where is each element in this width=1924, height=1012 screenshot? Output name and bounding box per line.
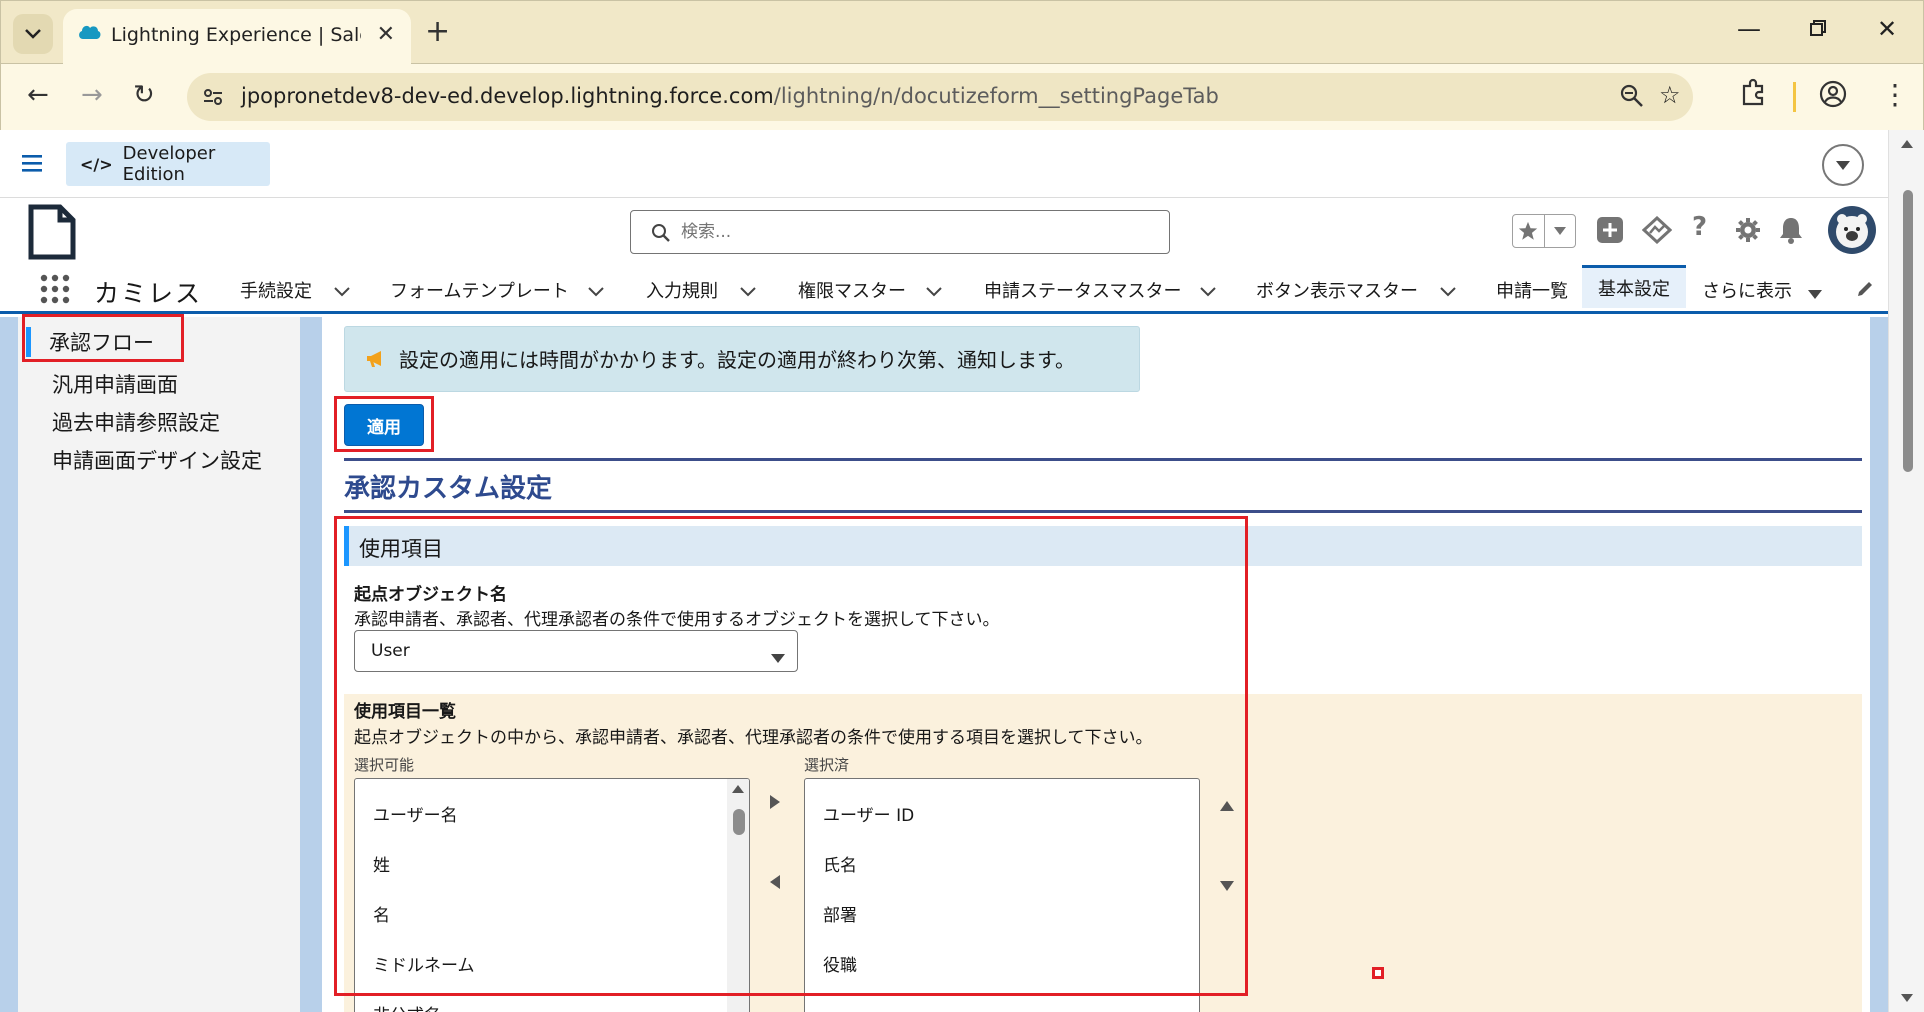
document-logo-icon[interactable] xyxy=(28,204,76,264)
hamburger-menu-icon[interactable] xyxy=(22,154,44,176)
app-launcher-icon[interactable] xyxy=(40,274,70,308)
section-divider-bottom xyxy=(344,510,1862,513)
sf-global-header: ? xyxy=(0,198,1888,268)
caret-down-icon[interactable] xyxy=(1808,284,1822,303)
search-input[interactable] xyxy=(681,215,1151,249)
section-divider-top xyxy=(344,458,1862,461)
chevron-down-icon[interactable] xyxy=(1440,282,1456,301)
extensions-icon[interactable] xyxy=(1741,78,1767,113)
reload-icon[interactable]: ↻ xyxy=(133,80,155,110)
nav-tab-input-rules[interactable]: 入力規則 xyxy=(646,268,718,311)
restore-window-icon[interactable] xyxy=(1809,15,1827,43)
megaphone-icon xyxy=(365,349,387,373)
scroll-up-icon[interactable] xyxy=(1901,140,1913,148)
scroll-down-icon[interactable] xyxy=(1901,994,1913,1002)
highlight-box-side-menu xyxy=(22,314,184,362)
settings-side-menu: 承認フロー 汎用申請画面 過去申請参照設定 申請画面デザイン設定 xyxy=(18,317,300,1012)
bookmark-star-icon[interactable]: ☆ xyxy=(1659,81,1681,109)
zoom-icon[interactable] xyxy=(1619,83,1645,113)
close-tab-icon[interactable]: ✕ xyxy=(377,22,395,47)
developer-edition-label: Developer Edition xyxy=(122,143,216,185)
chevron-down-icon[interactable] xyxy=(926,282,942,301)
highlight-box-apply xyxy=(334,396,434,452)
nav-tab-more[interactable]: さらに表示 xyxy=(1702,268,1792,311)
site-info-icon[interactable] xyxy=(201,85,225,113)
url-text: jpopronetdev8-dev-ed.develop.lightning.f… xyxy=(241,84,1219,108)
favorites-list-button[interactable] xyxy=(1545,215,1576,247)
side-menu-general-application[interactable]: 汎用申請画面 xyxy=(52,369,178,399)
page-scroll-thumb[interactable] xyxy=(1903,190,1913,472)
global-actions-add-icon[interactable] xyxy=(1596,216,1624,248)
browser-address-bar: ← → ↻ jpopronetdev8-dev-ed.develop.light… xyxy=(0,64,1924,130)
list-item[interactable]: 非公式名 xyxy=(373,1001,441,1012)
chevron-down-icon[interactable] xyxy=(588,282,604,301)
nav-tab-application-list[interactable]: 申請一覧 xyxy=(1496,268,1568,311)
nav-tab-basic-settings[interactable]: 基本設定 xyxy=(1582,265,1686,308)
forward-icon[interactable]: → xyxy=(81,80,103,110)
info-notice: 設定の適用には時間がかかります。設定の適用が終わり次第、通知します。 xyxy=(344,326,1140,392)
caret-down-icon xyxy=(1836,160,1850,170)
sf-developer-bar: </> Developer Edition xyxy=(0,130,1888,198)
search-icon xyxy=(651,223,671,247)
url-host: jpopronetdev8-dev-ed.develop.lightning.f… xyxy=(241,84,774,108)
nav-tab-form-templates[interactable]: フォームテンプレート xyxy=(390,268,569,311)
side-menu-past-application-ref[interactable]: 過去申請参照設定 xyxy=(52,407,220,437)
salesforce-cloud-icon xyxy=(77,23,101,45)
url-bar[interactable]: jpopronetdev8-dev-ed.develop.lightning.f… xyxy=(187,73,1693,121)
edit-nav-pencil-icon[interactable] xyxy=(1856,280,1874,302)
side-menu-form-design[interactable]: 申請画面デザイン設定 xyxy=(52,445,262,475)
notice-text: 設定の適用には時間がかかります。設定の適用が終わり次第、通知します。 xyxy=(399,348,1075,372)
browser-tab-active[interactable]: Lightning Experience | Salesforce ✕ xyxy=(63,9,411,65)
user-avatar[interactable] xyxy=(1828,206,1876,254)
developer-edition-badge: </> Developer Edition xyxy=(66,142,270,186)
trailhead-guidance-icon[interactable] xyxy=(1641,215,1673,248)
nav-tab-button-display-master[interactable]: ボタン表示マスター xyxy=(1256,268,1418,311)
notifications-bell-icon[interactable] xyxy=(1778,216,1804,248)
chevron-down-icon xyxy=(25,29,41,39)
toolbar-divider xyxy=(1793,82,1796,112)
nav-tab-status-master[interactable]: 申請ステータスマスター xyxy=(984,268,1181,311)
nav-tab-procedure-settings[interactable]: 手続設定 xyxy=(240,268,312,311)
section-title: 承認カスタム設定 xyxy=(344,474,553,504)
code-icon: </> xyxy=(80,154,113,174)
chevron-down-icon[interactable] xyxy=(1200,282,1216,301)
global-search[interactable] xyxy=(630,210,1170,254)
app-navigation-bar: カミレス 手続設定 フォームテンプレート 入力規則 権限マスター 申請ステータス… xyxy=(0,265,1888,314)
browser-menu-icon[interactable]: ⋮ xyxy=(1881,78,1909,111)
back-icon[interactable]: ← xyxy=(27,80,49,110)
favorites-star-button[interactable] xyxy=(1513,215,1545,247)
tab-search-button[interactable] xyxy=(13,14,53,54)
highlight-marker xyxy=(1372,967,1384,979)
sf-dropdown-button[interactable] xyxy=(1822,144,1864,186)
nav-tab-permission-master[interactable]: 権限マスター xyxy=(798,268,906,311)
new-tab-button[interactable]: + xyxy=(425,15,450,49)
chevron-down-icon[interactable] xyxy=(740,282,756,301)
help-icon[interactable]: ? xyxy=(1692,212,1707,242)
minimize-window-icon[interactable]: — xyxy=(1737,15,1761,43)
browser-tab-bar: Lightning Experience | Salesforce ✕ + — … xyxy=(0,0,1924,65)
tab-title: Lightning Experience | Salesforce xyxy=(111,24,361,46)
app-name: カミレス xyxy=(94,279,203,308)
highlight-box-fields xyxy=(334,516,1248,996)
setup-gear-icon[interactable] xyxy=(1734,216,1762,248)
url-path: /lightning/n/docutizeform__settingPageTa… xyxy=(773,84,1219,108)
page-scrollbar[interactable] xyxy=(1888,130,1924,1012)
favorites-group xyxy=(1512,214,1576,248)
close-window-icon[interactable]: ✕ xyxy=(1877,15,1897,43)
profile-icon[interactable] xyxy=(1819,80,1847,115)
chevron-down-icon[interactable] xyxy=(334,282,350,301)
